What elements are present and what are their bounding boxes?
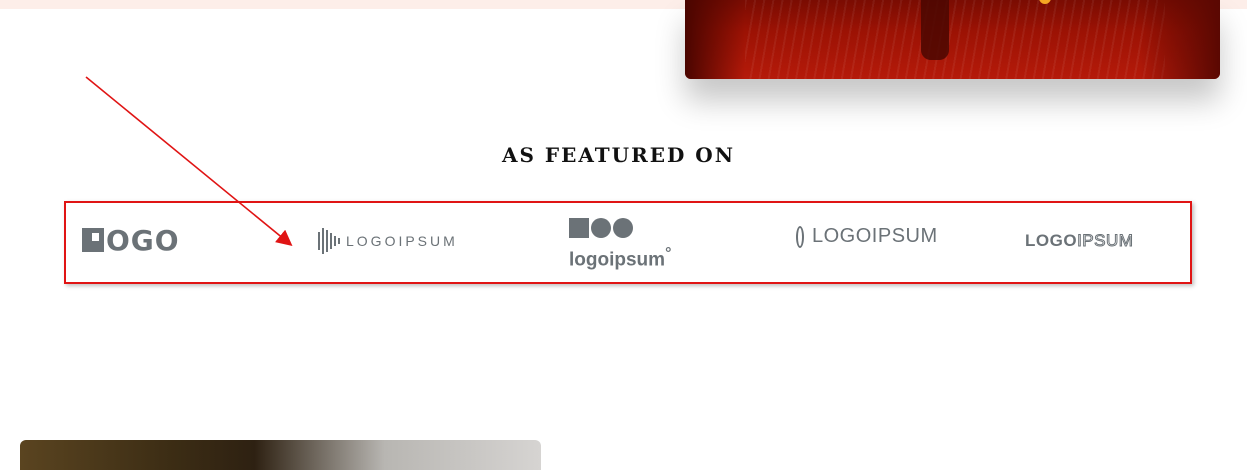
hero-figure [921,0,949,60]
sound-bars-icon [318,228,342,254]
shapes-icon [569,218,679,243]
logo-5[interactable]: LOGOIPSUM [1025,231,1133,251]
logo-2[interactable]: LOGOIPSUM [318,228,458,256]
logo-3-text: logoipsum [569,249,666,271]
hero-image [685,0,1220,79]
logo-1[interactable]: OGO [82,224,180,257]
logo-4[interactable]: LOGOIPSUM [796,225,938,259]
logo-3-mark: ° [665,245,672,262]
logo-4-text: LOGOIPSUM [812,225,938,247]
wheat-leaf-icon [796,225,804,248]
logo-1-text: OGO [106,224,180,257]
logo-5-bold-text: LOGO [1025,231,1078,250]
bottom-image [20,440,541,470]
hero-shadow-right [1140,0,1220,79]
hero-road [745,0,1165,79]
logo-1-mark-icon [82,228,104,252]
logo-5-outline-text: IPSUM [1077,231,1134,251]
hero-shadow-left [685,0,745,79]
logo-3[interactable]: logoipsum° [569,218,679,271]
featured-heading: AS FEATURED ON [502,143,735,167]
logo-2-text: LOGOIPSUM [346,233,458,249]
